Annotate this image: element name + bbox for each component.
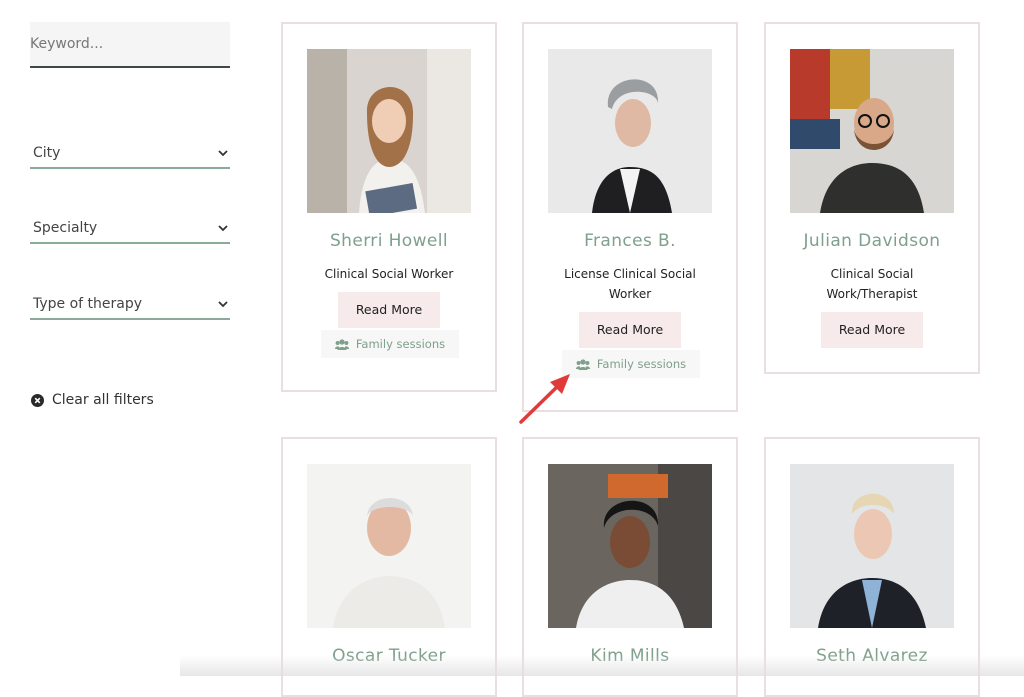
- therapist-card: Frances B. License Clinical Social Worke…: [522, 22, 738, 412]
- chevron-down-icon: [218, 225, 228, 232]
- portrait-image: [307, 49, 471, 213]
- chevron-down-icon: [218, 301, 228, 308]
- keyword-search-field[interactable]: [30, 22, 230, 68]
- therapist-role: Clinical Social Work/Therapist: [826, 267, 918, 301]
- tag-label: Family sessions: [355, 337, 446, 351]
- clear-filters-label: Clear all filters: [52, 392, 154, 408]
- therapist-photo[interactable]: [790, 49, 954, 213]
- therapist-photo[interactable]: [548, 464, 712, 628]
- specialty-select-label: Specialty: [33, 220, 98, 236]
- read-more-button[interactable]: Read More: [338, 292, 440, 328]
- family-sessions-tag: Family sessions: [321, 330, 459, 358]
- therapist-name[interactable]: Sherri Howell: [283, 231, 495, 251]
- therapist-role: License Clinical Social Worker: [564, 267, 696, 301]
- therapist-photo[interactable]: [307, 464, 471, 628]
- users-icon: [575, 358, 590, 370]
- portrait-image: [790, 464, 954, 628]
- city-select[interactable]: City: [30, 139, 230, 169]
- read-more-button[interactable]: Read More: [579, 312, 681, 348]
- read-more-button[interactable]: Read More: [821, 312, 923, 348]
- city-select-label: City: [33, 145, 61, 161]
- therapist-name[interactable]: Frances B.: [524, 231, 736, 251]
- close-circle-icon: [31, 393, 44, 407]
- therapy-type-select[interactable]: Type of therapy: [30, 290, 230, 320]
- portrait-image: [790, 49, 954, 213]
- therapist-card: Julian Davidson Clinical Social Work/The…: [764, 22, 980, 374]
- portrait-image: [307, 464, 471, 628]
- annotation-arrow-icon: [519, 374, 570, 424]
- therapist-photo[interactable]: [548, 49, 712, 213]
- portrait-image: [548, 464, 712, 628]
- users-icon: [334, 338, 349, 350]
- chevron-down-icon: [218, 150, 228, 157]
- keyword-input[interactable]: [30, 22, 230, 66]
- clear-filters-button[interactable]: Clear all filters: [31, 392, 154, 408]
- portrait-image: [548, 49, 712, 213]
- therapist-photo[interactable]: [307, 49, 471, 213]
- therapist-card: Sherri Howell Clinical Social Worker Rea…: [281, 22, 497, 392]
- therapy-type-select-label: Type of therapy: [33, 296, 143, 312]
- therapist-role: Clinical Social Worker: [324, 267, 454, 281]
- therapist-name[interactable]: Julian Davidson: [766, 231, 978, 251]
- family-sessions-tag: Family sessions: [562, 350, 700, 378]
- therapist-photo[interactable]: [790, 464, 954, 628]
- specialty-select[interactable]: Specialty: [30, 214, 230, 244]
- tag-label: Family sessions: [596, 357, 687, 371]
- bottom-shadow: [180, 655, 1024, 676]
